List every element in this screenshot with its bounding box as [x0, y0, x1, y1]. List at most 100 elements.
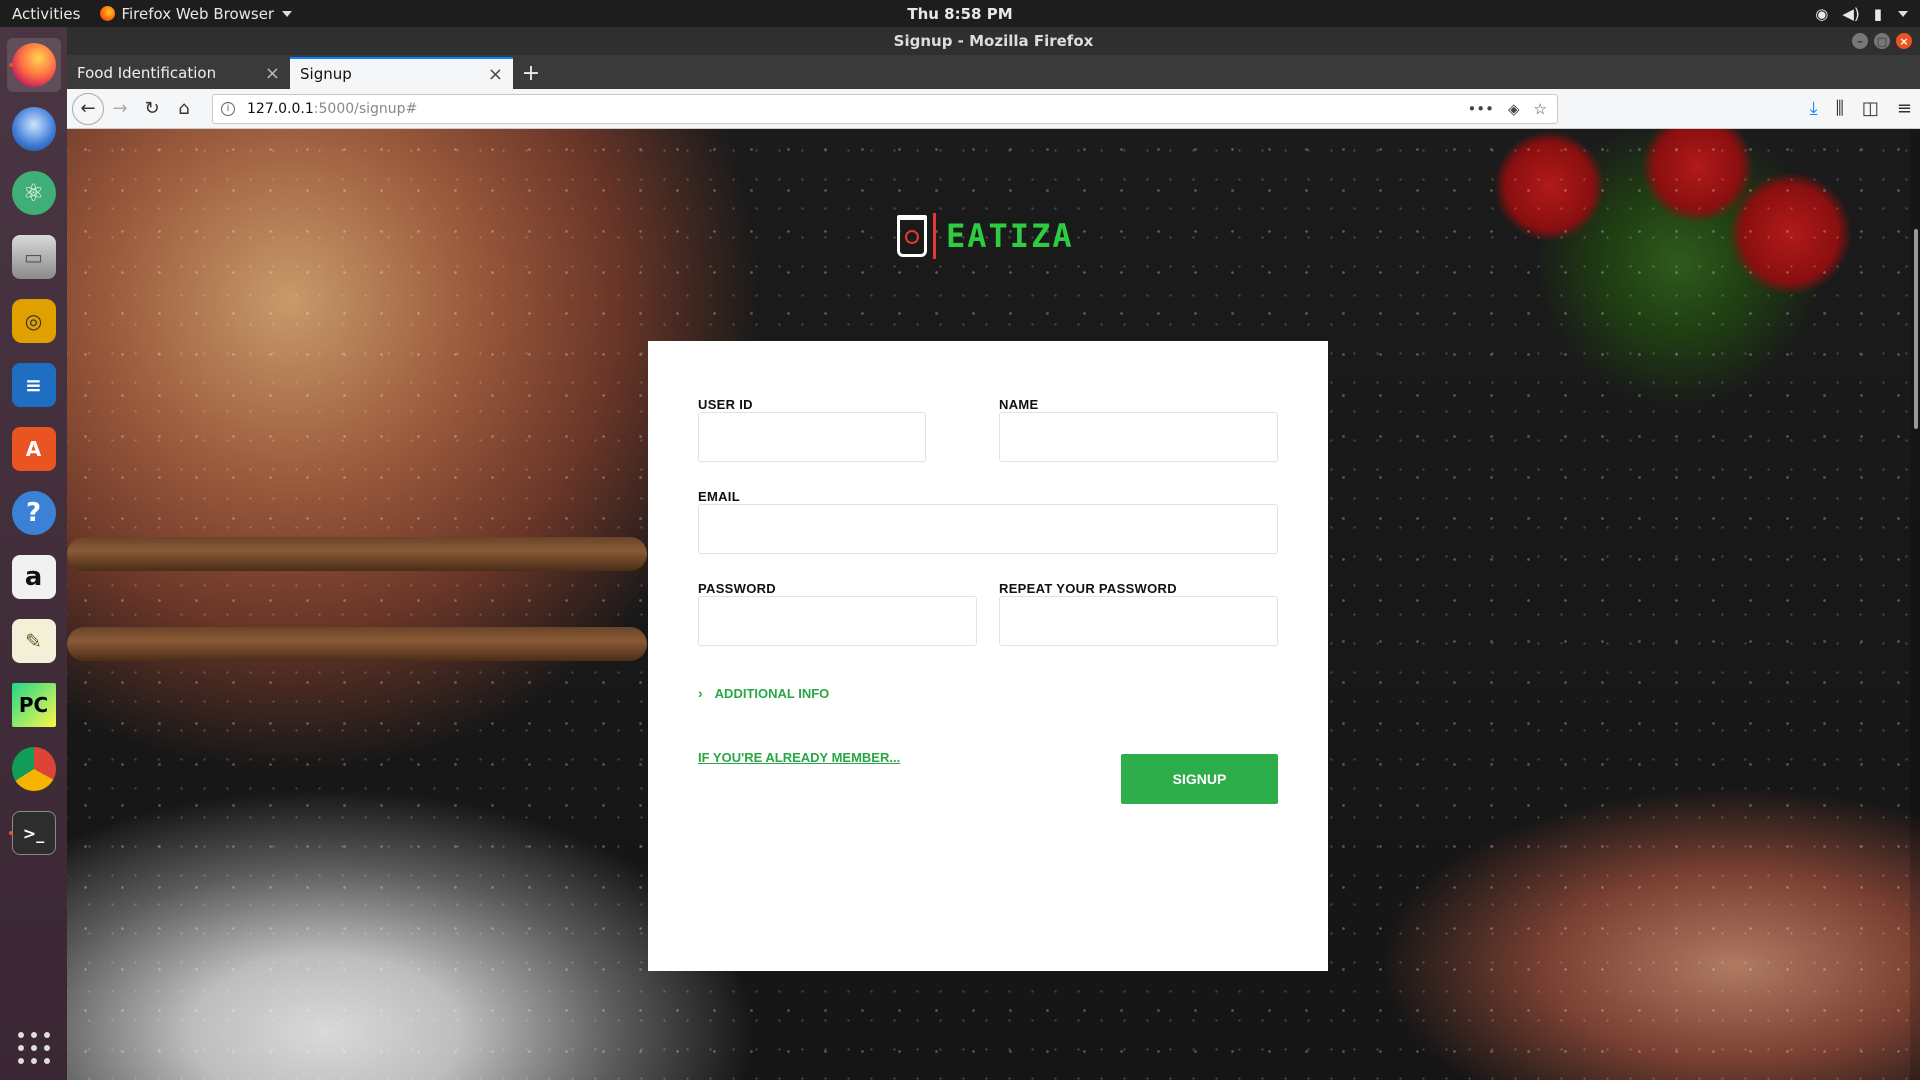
dock-rhythmbox[interactable]: ◎	[7, 294, 61, 348]
chevron-right-icon: ›	[698, 685, 703, 701]
tab-food-identification[interactable]: Food Identification ×	[67, 57, 290, 89]
arrow-left-icon: ←	[80, 98, 96, 119]
pocket-icon[interactable]: ◈	[1508, 100, 1520, 118]
scrollbar-thumb[interactable]	[1914, 229, 1918, 429]
password-input[interactable]	[698, 596, 977, 646]
wooden-fork-image	[67, 627, 647, 661]
pycharm-icon: PC	[11, 683, 56, 727]
dock-chrome[interactable]	[7, 742, 61, 796]
tab-label: Food Identification	[77, 64, 217, 82]
launcher-dock: ⚛ ▭ ◎ ≡ A ? a ✎ PC >_	[0, 27, 67, 1080]
running-indicator	[8, 831, 13, 835]
firefox-icon	[11, 43, 56, 87]
url-actions: ••• ◈ ☆	[1467, 100, 1547, 118]
chevron-down-icon	[1898, 10, 1908, 17]
terminal-icon: >_	[11, 811, 56, 855]
hamburger-menu-icon[interactable]: ≡	[1897, 98, 1912, 119]
tab-strip: Food Identification × Signup × +	[67, 55, 1920, 89]
additional-info-toggle[interactable]: › ADDITIONAL INFO	[698, 685, 829, 701]
app-menu-label: Firefox Web Browser	[121, 4, 275, 23]
new-tab-button[interactable]: +	[513, 57, 549, 89]
url-path: :5000/signup#	[313, 100, 418, 117]
window-controls: – □ ×	[1852, 33, 1912, 49]
close-icon[interactable]: ×	[1896, 33, 1912, 49]
wooden-spoon-image	[67, 537, 647, 571]
logo-divider	[933, 213, 936, 259]
arrow-right-icon: →	[112, 98, 128, 119]
chevron-down-icon	[282, 10, 293, 17]
already-member-link[interactable]: IF YOU'RE ALREADY MEMBER...	[698, 750, 900, 765]
show-applications-icon[interactable]	[17, 1032, 50, 1064]
wifi-icon: ◉	[1815, 4, 1829, 23]
home-icon: ⌂	[178, 98, 190, 119]
toolbar-right: ⤓ ⫼ ◫ ≡	[1810, 98, 1912, 119]
address-bar[interactable]: i 127.0.0.1 :5000/signup# ••• ◈ ☆	[212, 93, 1558, 124]
dock-firefox[interactable]	[6, 38, 61, 92]
battery-icon: ▮	[1873, 4, 1882, 23]
window-title-bar: Signup - Mozilla Firefox – □ ×	[67, 27, 1920, 55]
name-input[interactable]	[999, 412, 1278, 462]
info-icon[interactable]: i	[221, 101, 235, 116]
sidebar-icon[interactable]: ◫	[1862, 98, 1879, 119]
reload-button[interactable]: ↻	[136, 93, 168, 125]
name-label: NAME	[999, 397, 1039, 412]
signup-card: USER ID NAME EMAIL PASSWORD REPEAT YOUR …	[648, 341, 1328, 971]
library-icon[interactable]: ⫼	[1836, 98, 1844, 119]
running-indicator	[8, 63, 13, 67]
url-host: 127.0.0.1	[247, 100, 314, 117]
additional-info-label: ADDITIONAL INFO	[714, 685, 830, 701]
software-icon: A	[11, 427, 56, 471]
maximize-icon[interactable]: □	[1874, 33, 1890, 49]
brand-logo: EATIZA	[897, 213, 1074, 259]
page-content: EATIZA USER ID NAME EMAIL PASSWORD REPEA…	[67, 129, 1920, 1080]
bookmark-star-icon[interactable]: ☆	[1534, 100, 1547, 118]
email-label: EMAIL	[698, 489, 740, 504]
page-actions-icon[interactable]: •••	[1467, 100, 1494, 118]
dock-pycharm[interactable]: PC	[7, 678, 61, 732]
dock-thunderbird[interactable]	[7, 102, 61, 156]
volume-icon: ◀)	[1842, 4, 1860, 23]
dock-text-editor[interactable]: ✎	[7, 614, 61, 668]
system-tray[interactable]: ◉ ◀) ▮	[1815, 5, 1908, 23]
signup-button[interactable]: SIGNUP	[1121, 754, 1278, 804]
thunderbird-icon	[11, 107, 56, 151]
user-id-input[interactable]	[698, 412, 926, 462]
download-icon[interactable]: ⤓	[1810, 98, 1818, 119]
files-icon: ▭	[11, 235, 56, 279]
tab-signup[interactable]: Signup ×	[290, 57, 513, 89]
window-title: Signup - Mozilla Firefox	[893, 32, 1094, 50]
repeat-password-input[interactable]	[999, 596, 1278, 646]
firefox-icon	[100, 6, 116, 21]
dock-help[interactable]: ?	[7, 486, 61, 540]
password-label: PASSWORD	[698, 581, 776, 596]
email-input[interactable]	[698, 504, 1278, 554]
app-menu[interactable]: Firefox Web Browser	[100, 4, 293, 23]
page-scrollbar[interactable]	[1910, 129, 1920, 1080]
minimize-icon[interactable]: –	[1852, 33, 1868, 49]
activities-button[interactable]: Activities	[12, 5, 80, 23]
close-icon[interactable]: ×	[488, 64, 503, 85]
dock-terminal[interactable]: >_	[7, 806, 61, 860]
dock-files[interactable]: ▭	[7, 230, 61, 284]
cup-logo-icon	[897, 215, 927, 257]
dock-software[interactable]: A	[7, 422, 61, 476]
dock-amazon[interactable]: a	[7, 550, 61, 604]
reload-icon: ↻	[144, 98, 160, 119]
navigation-toolbar: ← → ↻ ⌂ i 127.0.0.1 :5000/signup# ••• ◈ …	[67, 89, 1920, 129]
forward-button[interactable]: →	[104, 93, 136, 125]
close-icon[interactable]: ×	[265, 63, 280, 84]
chrome-icon	[11, 747, 56, 791]
system-top-bar: Activities Firefox Web Browser Thu 8:58 …	[0, 0, 1920, 27]
amazon-icon: a	[11, 555, 56, 599]
clock[interactable]: Thu 8:58 PM	[907, 5, 1012, 23]
help-icon: ?	[11, 491, 56, 535]
dock-writer[interactable]: ≡	[7, 358, 61, 412]
dock-atom[interactable]: ⚛	[7, 166, 61, 220]
repeat-password-label: REPEAT YOUR PASSWORD	[999, 581, 1177, 596]
rhythmbox-icon: ◎	[11, 299, 56, 343]
text-editor-icon: ✎	[11, 619, 56, 663]
home-button[interactable]: ⌂	[168, 93, 200, 125]
plus-icon: +	[521, 60, 541, 86]
brand-name: EATIZA	[946, 217, 1074, 255]
back-button[interactable]: ←	[72, 92, 104, 125]
